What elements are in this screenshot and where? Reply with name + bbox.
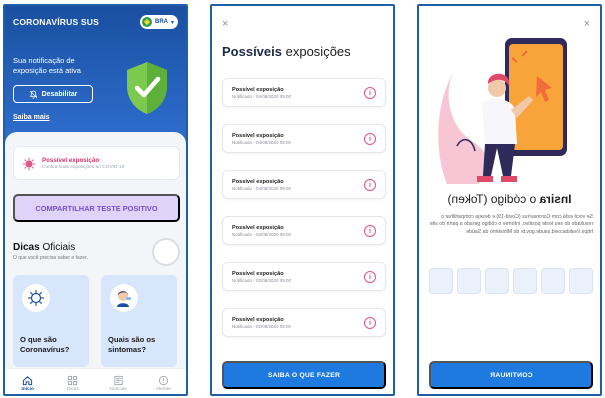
- page-title-rest: exposições: [282, 44, 351, 59]
- info-icon[interactable]: i: [364, 87, 376, 99]
- language-selector[interactable]: BRA ▾: [140, 15, 178, 29]
- tips-title-bold: Dicas: [13, 242, 40, 253]
- home-icon: [22, 376, 33, 386]
- exposure-card-subtitle: Confira suas exposições ao COVID-19: [42, 165, 125, 170]
- code-digit-box[interactable]: [513, 268, 537, 294]
- status-header: CORONAVÍRUS SUS BRA ▾ Sua notificação de…: [5, 6, 186, 146]
- tip-card-label: O que são Coronavírus?: [20, 335, 70, 354]
- exposure-item-title: Possível exposição: [232, 225, 284, 231]
- learn-more-link[interactable]: Saiba mais: [13, 114, 50, 121]
- continue-button-label: CONTINUAR: [489, 371, 533, 379]
- brazil-flag-icon: [142, 17, 152, 27]
- tip-card-symptoms[interactable]: Quais são os sintomas?: [101, 275, 177, 367]
- exposure-item-date: Notificado - 04/08/2020 09:00: [232, 94, 292, 99]
- exposure-item-date: Notificado - 02/08/2020 09:00: [232, 278, 292, 283]
- token-screen: × Insira o código (Token) Se você está c…: [417, 4, 602, 396]
- notification-status-text: Sua notificação de exposição está ativa: [13, 56, 81, 75]
- tips-title: Dicas Oficiais: [13, 242, 75, 253]
- page-title-rest: o código (Token): [447, 192, 540, 206]
- nav-label: Dicas: [66, 387, 79, 392]
- token-instructions: Se você está com Coronavírus (Covid-19) …: [429, 214, 593, 235]
- exposures-screen: × Possíveis exposições Possível exposiçã…: [210, 4, 395, 396]
- language-code: BRA: [155, 19, 168, 25]
- token-code-input[interactable]: [429, 268, 593, 294]
- exposure-item-date: Notificado - 02/08/2020 09:00: [232, 232, 292, 237]
- exposure-list-item[interactable]: Possível exposição Notificado - 04/08/20…: [222, 78, 386, 107]
- share-positive-test-button[interactable]: COMPARTILHAR TESTE POSITIVO: [13, 194, 180, 222]
- tips-subtitle: O que você precisa saber e fazer.: [13, 255, 88, 261]
- newspaper-icon: [114, 375, 123, 386]
- info-icon[interactable]: i: [364, 317, 376, 329]
- exposure-item-title: Possível exposição: [232, 133, 284, 139]
- page-title-bold: Insira: [539, 192, 572, 206]
- nav-label: Notícias: [109, 387, 127, 392]
- grid-icon: [68, 375, 78, 386]
- info-icon[interactable]: i: [364, 271, 376, 283]
- nav-label: Alertas: [155, 387, 171, 392]
- exposure-list-item[interactable]: Possível exposição Notificado - 02/08/20…: [222, 216, 386, 245]
- alert-icon: [158, 375, 168, 386]
- code-digit-box[interactable]: [485, 268, 509, 294]
- disable-button-label: Desabilitar: [41, 90, 78, 98]
- exposure-item-date: Notificado - 04/08/2020 09:00: [232, 140, 292, 145]
- learn-what-to-do-button[interactable]: SAIBA O QUE FAZER: [222, 361, 386, 389]
- exposure-item-date: Notificado - 04/08/2020 09:00: [232, 186, 292, 191]
- person-with-phone-illustration: [438, 38, 567, 184]
- tip-card-label: Quais são os sintomas?: [108, 335, 156, 354]
- continue-button[interactable]: CONTINUAR: [429, 361, 593, 389]
- page-title: Insira o código (Token): [419, 192, 600, 206]
- info-icon[interactable]: i: [364, 225, 376, 237]
- exposure-list-item[interactable]: Possível exposição Notificado - 04/08/20…: [222, 124, 386, 153]
- virus-icon: [22, 157, 36, 171]
- tip-card-what-is-coronavirus[interactable]: O que são Coronavírus?: [13, 275, 89, 367]
- exposure-item-title: Possível exposição: [232, 179, 284, 185]
- tips-more-button[interactable]: [152, 238, 180, 266]
- exposure-list-item[interactable]: Possível exposição Notificado - 02/08/20…: [222, 308, 386, 337]
- page-title: Possíveis exposições: [222, 44, 351, 59]
- page-title-bold: Possíveis: [222, 44, 282, 59]
- shield-check-icon: [127, 62, 167, 114]
- home-screen: CORONAVÍRUS SUS BRA ▾ Sua notificação de…: [3, 4, 188, 396]
- exposure-item-title: Possível exposição: [232, 271, 284, 277]
- info-icon[interactable]: i: [364, 133, 376, 145]
- exposure-list-item[interactable]: Possível exposição Notificado - 04/08/20…: [222, 170, 386, 199]
- exposure-card-title: Possível exposição: [42, 157, 100, 164]
- nav-label: Início: [21, 387, 34, 392]
- nav-item-news[interactable]: Notícias: [98, 375, 138, 392]
- info-icon[interactable]: i: [364, 179, 376, 191]
- exposure-item-title: Possível exposição: [232, 317, 284, 323]
- code-digit-box[interactable]: [569, 268, 593, 294]
- bell-off-icon: [29, 90, 37, 99]
- nav-item-alerts[interactable]: Alertas: [143, 375, 183, 392]
- coughing-person-icon: [110, 284, 138, 312]
- exposure-card[interactable]: Possível exposição Confira suas exposiçõ…: [13, 146, 180, 180]
- virus-icon: [22, 284, 50, 312]
- nav-item-tips[interactable]: Dicas: [53, 375, 93, 392]
- exposure-item-date: Notificado - 02/08/2020 09:00: [232, 324, 292, 329]
- exposure-list-item[interactable]: Possível exposição Notificado - 02/08/20…: [222, 262, 386, 291]
- app-title: CORONAVÍRUS SUS: [13, 17, 99, 27]
- close-icon[interactable]: ×: [222, 19, 228, 30]
- chevron-down-icon: ▾: [171, 19, 175, 26]
- tips-title-rest: Oficiais: [39, 242, 76, 253]
- exposure-item-title: Possível exposição: [232, 87, 284, 93]
- bottom-navigation: Início Dicas Notícias Alertas: [5, 368, 186, 394]
- code-digit-box[interactable]: [457, 268, 481, 294]
- code-digit-box[interactable]: [429, 268, 453, 294]
- code-digit-box[interactable]: [541, 268, 565, 294]
- nav-item-home[interactable]: Início: [8, 375, 48, 392]
- disable-button[interactable]: Desabilitar: [13, 85, 93, 103]
- home-content: Possível exposição Confira suas exposiçõ…: [5, 132, 186, 394]
